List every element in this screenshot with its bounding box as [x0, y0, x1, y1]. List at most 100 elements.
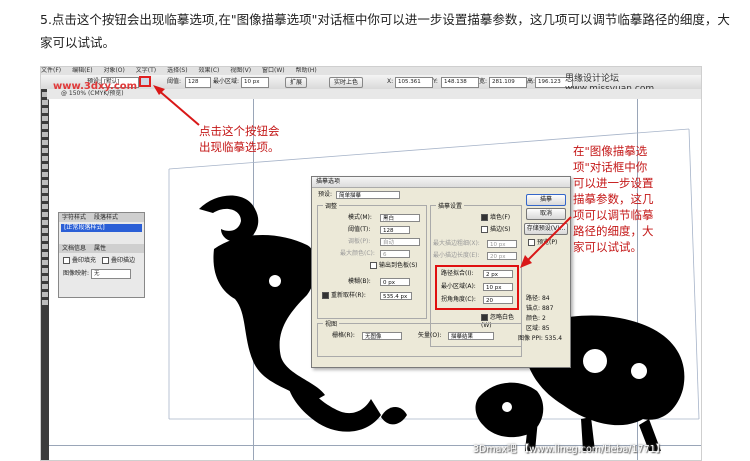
menu-object[interactable]: 对象(O): [103, 67, 124, 74]
zoom-tool-icon[interactable]: [42, 284, 48, 289]
threshold-field[interactable]: 128: [380, 226, 410, 234]
y-label: Y:: [433, 78, 438, 85]
save-preset-button[interactable]: 存储预设(V)...: [524, 223, 568, 235]
bottom-watermark: 3Dmax吧 【www.lineg.com/tieba/1771】: [473, 444, 666, 455]
stroke-swatch-icon[interactable]: [42, 300, 48, 305]
graph-tool-icon[interactable]: [42, 212, 48, 217]
resample-option[interactable]: 重新取样(R):: [322, 292, 366, 300]
pen-tool-icon[interactable]: [42, 124, 48, 129]
image-map-select[interactable]: 无: [90, 269, 131, 279]
illustrator-screenshot: 文件(F) 编辑(E) 对象(O) 文字(T) 选择(S) 效果(C) 视图(V…: [40, 66, 702, 461]
mesh-tool-icon[interactable]: [42, 220, 48, 225]
corner-angle-field[interactable]: 20: [483, 296, 513, 304]
preview-option[interactable]: 预览(P): [528, 239, 557, 247]
menu-file[interactable]: 文件(F): [41, 67, 61, 74]
scissors-tool-icon[interactable]: [42, 268, 48, 273]
min-stroke-field[interactable]: 20 px: [487, 252, 517, 260]
tab-attributes[interactable]: 属性: [94, 245, 106, 252]
max-stroke-label: 最大描边粗细(X):: [433, 240, 480, 247]
corner-angle-label: 拐角角度(C):: [441, 296, 476, 303]
hand-tool-icon[interactable]: [42, 276, 48, 281]
panel-tabs-lower: 文档信息 属性: [59, 244, 144, 253]
threshold-input[interactable]: 128: [185, 77, 211, 88]
warp-tool-icon[interactable]: [42, 188, 48, 193]
palette-select[interactable]: 自动: [380, 238, 420, 246]
selected-paragraph-style[interactable]: [正常段落样式]: [61, 224, 142, 232]
y-input[interactable]: 148.138 mm: [441, 77, 479, 94]
tools-panel: [41, 89, 49, 460]
live-paint-button[interactable]: 实时上色: [329, 77, 364, 88]
direct-selection-tool-icon[interactable]: [42, 100, 48, 105]
line-tool-icon[interactable]: [42, 140, 48, 145]
stats-areas: 区域: 85: [526, 325, 550, 332]
min-area-label: 最小区域:: [213, 78, 240, 85]
stats-colors: 颜色: 2: [526, 315, 546, 322]
x-input[interactable]: 105.361 mm: [395, 77, 433, 94]
mode-label: 模式(M):: [348, 214, 372, 221]
min-area-input[interactable]: 10 px: [241, 77, 269, 88]
overprint-fill-checkbox[interactable]: [63, 257, 70, 264]
fill-swatch-icon[interactable]: [42, 292, 48, 297]
mode-select[interactable]: 黑白: [380, 214, 420, 222]
tracing-options-dialog: 描摹选项 预设: 简单描摹 调整 模式(M): 黑白 阈值(T): 128 调板…: [311, 176, 571, 368]
strokes-option[interactable]: 描边(S): [481, 226, 511, 234]
menu-edit[interactable]: 编辑(E): [72, 67, 92, 74]
path-fit-field[interactable]: 2 px: [483, 270, 513, 278]
rectangle-tool-icon[interactable]: [42, 148, 48, 153]
width-input[interactable]: 281.109 mm: [489, 77, 527, 94]
right-ox-eye: [502, 402, 512, 412]
min-area-field[interactable]: 10 px: [483, 283, 513, 291]
width-label: 宽:: [479, 78, 488, 85]
free-transform-tool-icon[interactable]: [42, 196, 48, 201]
height-label: 高:: [527, 78, 536, 85]
menu-window[interactable]: 窗口(W): [262, 67, 285, 74]
menu-select[interactable]: 选择(S): [167, 67, 188, 74]
image-map-row: 图像映射: 无: [63, 269, 140, 279]
tab-paragraph-styles[interactable]: 段落样式: [94, 214, 118, 221]
view-group: 视图 栅格(R): 无图像 矢量(O): 描摹结果: [317, 319, 522, 357]
pencil-tool-icon[interactable]: [42, 164, 48, 169]
min-area-field-label: 最小区域(A):: [441, 283, 476, 290]
max-colors-field[interactable]: 6: [380, 250, 410, 258]
tab-character-styles[interactable]: 字符样式: [62, 214, 86, 221]
threshold-label: 阈值:: [167, 78, 182, 85]
scale-tool-icon[interactable]: [42, 180, 48, 185]
slice-tool-icon[interactable]: [42, 260, 48, 265]
raster-select[interactable]: 无图像: [362, 332, 402, 340]
resample-field[interactable]: 535.4 px: [380, 292, 412, 300]
ignore-white-option[interactable]: 忽略白色(W): [481, 314, 521, 329]
dialog-preset-select[interactable]: 简单描摹: [336, 191, 400, 199]
eyedropper-tool-icon[interactable]: [42, 236, 48, 241]
blur-label: 模糊(B):: [348, 278, 371, 285]
lasso-tool-icon[interactable]: [42, 116, 48, 121]
magic-wand-tool-icon[interactable]: [42, 108, 48, 113]
symbol-sprayer-tool-icon[interactable]: [42, 204, 48, 209]
blur-field[interactable]: 0 px: [380, 278, 410, 286]
rotate-tool-icon[interactable]: [42, 172, 48, 177]
cancel-button[interactable]: 取消: [526, 208, 566, 220]
tab-document-info[interactable]: 文档信息: [62, 245, 86, 252]
menu-view[interactable]: 视图(V): [230, 67, 251, 74]
fills-option[interactable]: 填色(F): [481, 214, 510, 222]
overprint-stroke-checkbox[interactable]: [101, 257, 109, 264]
max-stroke-field[interactable]: 10 px: [487, 240, 517, 248]
menu-type[interactable]: 文字(T): [136, 67, 156, 74]
tracing-options-button[interactable]: [139, 76, 151, 87]
live-paint-tool-icon[interactable]: [42, 252, 48, 257]
path-fit-label: 路径拟合(I):: [441, 270, 474, 277]
min-stroke-label: 最小描边长度(E):: [433, 252, 480, 259]
max-colors-label: 最大颜色(C):: [340, 250, 375, 257]
gradient-tool-icon[interactable]: [42, 228, 48, 233]
stats-paths: 路径: 84: [526, 295, 550, 302]
menu-effect[interactable]: 效果(C): [199, 67, 220, 74]
output-swatches-option[interactable]: 输出到色板(S): [370, 262, 418, 270]
blend-tool-icon[interactable]: [42, 244, 48, 249]
paintbrush-tool-icon[interactable]: [42, 156, 48, 161]
left-ox-body: [213, 234, 325, 403]
type-tool-icon[interactable]: [42, 132, 48, 137]
threshold-field-label: 阈值(T):: [348, 226, 371, 233]
vector-select[interactable]: 描摹结果: [448, 332, 494, 340]
menu-help[interactable]: 帮助(H): [296, 67, 317, 74]
expand-button[interactable]: 扩展: [285, 77, 308, 88]
trace-button[interactable]: 描摹: [526, 194, 566, 206]
